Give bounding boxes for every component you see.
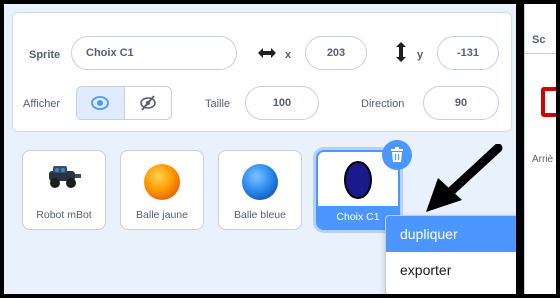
sprite-name: Balle jaune bbox=[136, 209, 188, 221]
visibility-toggle bbox=[76, 86, 172, 120]
show-label: Afficher bbox=[23, 98, 61, 110]
sprite-name: Balle bleue bbox=[234, 209, 286, 221]
size-input[interactable]: 100 bbox=[245, 86, 319, 120]
pointer-arrow-annotation bbox=[426, 144, 503, 212]
y-position-input[interactable]: -131 bbox=[437, 36, 499, 70]
dark-blue-ellipse-icon bbox=[344, 161, 372, 199]
panel-divider bbox=[516, 4, 524, 294]
eye-slashed-icon bbox=[139, 95, 156, 111]
sprite-tile-balle-bleue[interactable]: Balle bleue bbox=[218, 150, 302, 230]
blue-ball-icon bbox=[242, 164, 278, 200]
sprite-name: Robot mBot bbox=[36, 209, 92, 221]
x-label: x bbox=[285, 49, 292, 61]
show-button[interactable] bbox=[77, 87, 125, 119]
vertical-arrows-icon bbox=[396, 42, 406, 62]
direction-input[interactable]: 90 bbox=[423, 86, 499, 120]
x-position-input[interactable]: 203 bbox=[305, 36, 367, 70]
stage-header bbox=[525, 4, 556, 54]
sprite-tile-balle-jaune[interactable]: Balle jaune bbox=[120, 150, 204, 230]
delete-sprite-button[interactable] bbox=[382, 140, 412, 170]
backdrop-label: Arriè bbox=[532, 154, 554, 165]
robot-mbot-icon bbox=[49, 166, 81, 188]
sprite-tile-robot-mbot[interactable]: Robot mBot bbox=[22, 150, 106, 230]
horizontal-arrows-icon bbox=[258, 48, 276, 58]
sprite-name-input[interactable]: Choix C1 bbox=[71, 36, 237, 70]
y-label: y bbox=[417, 49, 424, 61]
stage-panel: Sc Arriè bbox=[524, 4, 556, 294]
sprite-pane: Sprite Choix C1 x 203 y -131 Afficher Ta… bbox=[4, 4, 556, 294]
orange-ball-icon bbox=[144, 164, 180, 200]
size-label: Taille bbox=[205, 98, 231, 110]
sprite-info-panel: Sprite Choix C1 x 203 y -131 Afficher Ta… bbox=[12, 12, 512, 132]
eye-icon bbox=[91, 96, 110, 110]
hide-button[interactable] bbox=[125, 87, 172, 119]
backdrop-thumbnail-icon[interactable] bbox=[541, 87, 556, 117]
trash-icon bbox=[391, 147, 403, 162]
sprite-label: Sprite bbox=[29, 49, 61, 61]
direction-label: Direction bbox=[361, 98, 405, 110]
stage-tab-label[interactable]: Sc bbox=[532, 34, 545, 46]
